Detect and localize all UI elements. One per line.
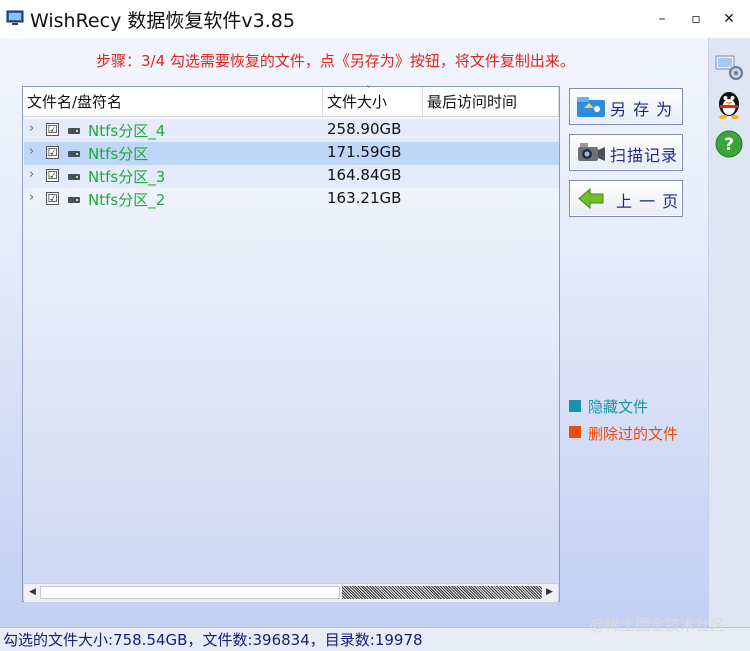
legend-hidden-files: 隐藏文件: [588, 398, 649, 416]
partition-row[interactable]: › ☑ Ntfs分区_3 164.84GB: [24, 165, 559, 188]
partition-name: Ntfs分区: [88, 145, 149, 163]
save-as-button[interactable]: 另 存 为: [569, 88, 683, 125]
drive-icon: [68, 197, 80, 203]
scan-camera-icon: [578, 143, 605, 161]
row-checkbox[interactable]: ☑: [46, 192, 59, 205]
column-header-name[interactable]: 文件名/盘符名: [23, 87, 323, 117]
status-summary: 勾选的文件大小:758.54GB，文件数:396834，目录数:19978: [3, 631, 423, 649]
partition-list[interactable]: 文件名/盘符名 文件大小 ˅ 最后访问时间 › ☑ Ntfs分区_4 258.9…: [22, 85, 560, 602]
scroll-right-arrow-icon[interactable]: ▶: [543, 586, 556, 599]
qq-penguin-icon[interactable]: [713, 88, 745, 120]
previous-page-button[interactable]: 上 一 页: [569, 180, 683, 217]
partition-size: 163.21GB: [327, 189, 402, 207]
sort-indicator-icon: ˅: [366, 85, 371, 96]
minimize-button[interactable]: –: [652, 9, 672, 29]
legend-deleted-swatch: [569, 426, 581, 438]
svg-text:?: ?: [724, 135, 734, 155]
scroll-thumb[interactable]: [40, 586, 340, 599]
row-checkbox[interactable]: ☑: [46, 123, 59, 136]
partition-row[interactable]: › ☑ Ntfs分区_4 258.90GB: [24, 119, 559, 142]
side-panel: ?: [708, 38, 750, 627]
watermark-text: @稀土掘金技术社区: [590, 616, 726, 634]
column-header-size-label: 文件大小: [327, 93, 388, 111]
partition-row[interactable]: › ☑ Ntfs分区 171.59GB: [24, 142, 559, 165]
scan-record-label: 扫描记录: [610, 146, 679, 165]
expand-chevron-icon[interactable]: ›: [29, 167, 34, 182]
expand-chevron-icon[interactable]: ›: [29, 190, 34, 205]
partition-size: 164.84GB: [327, 166, 402, 184]
title-bar: WishRecy 数据恢复软件v3.85 – ▫ ✕: [0, 0, 750, 38]
scroll-track[interactable]: [342, 586, 542, 599]
partition-name: Ntfs分区_3: [88, 168, 166, 186]
column-header-last-access[interactable]: 最后访问时间: [423, 87, 559, 117]
row-checkbox[interactable]: ☑: [46, 169, 59, 182]
partition-name: Ntfs分区_2: [88, 191, 166, 209]
close-button[interactable]: ✕: [719, 9, 739, 29]
network-settings-icon[interactable]: [713, 50, 745, 82]
partition-name: Ntfs分区_4: [88, 122, 166, 140]
save-as-label: 另 存 为: [610, 100, 674, 119]
drive-icon: [68, 128, 80, 134]
drive-icon: [68, 151, 80, 157]
expand-chevron-icon[interactable]: ›: [29, 121, 34, 136]
row-checkbox[interactable]: ☑: [46, 146, 59, 159]
back-arrow-icon: [578, 187, 604, 210]
partition-size: 258.90GB: [327, 120, 402, 138]
scan-record-button[interactable]: 扫描记录: [569, 134, 683, 171]
legend-deleted-files: 删除过的文件: [588, 425, 679, 443]
maximize-button[interactable]: ▫: [686, 9, 706, 29]
horizontal-scrollbar[interactable]: ◀ ▶: [24, 583, 558, 602]
help-question-icon[interactable]: ?: [713, 128, 745, 160]
column-header-size[interactable]: 文件大小 ˅: [323, 85, 423, 117]
partition-row[interactable]: › ☑ Ntfs分区_2 163.21GB: [24, 188, 559, 211]
legend-hidden-swatch: [569, 400, 581, 412]
window-title: WishRecy 数据恢复软件v3.85: [30, 10, 295, 32]
app-monitor-icon: [6, 10, 24, 25]
save-folder-icon: [577, 97, 605, 117]
scroll-left-arrow-icon[interactable]: ◀: [26, 586, 39, 599]
previous-page-label: 上 一 页: [616, 192, 680, 211]
expand-chevron-icon[interactable]: ›: [29, 144, 34, 159]
drive-icon: [68, 174, 80, 180]
step-instruction: 步骤：3/4 勾选需要恢复的文件，点《另存为》按钮，将文件复制出来。: [96, 52, 575, 70]
partition-size: 171.59GB: [327, 143, 402, 161]
